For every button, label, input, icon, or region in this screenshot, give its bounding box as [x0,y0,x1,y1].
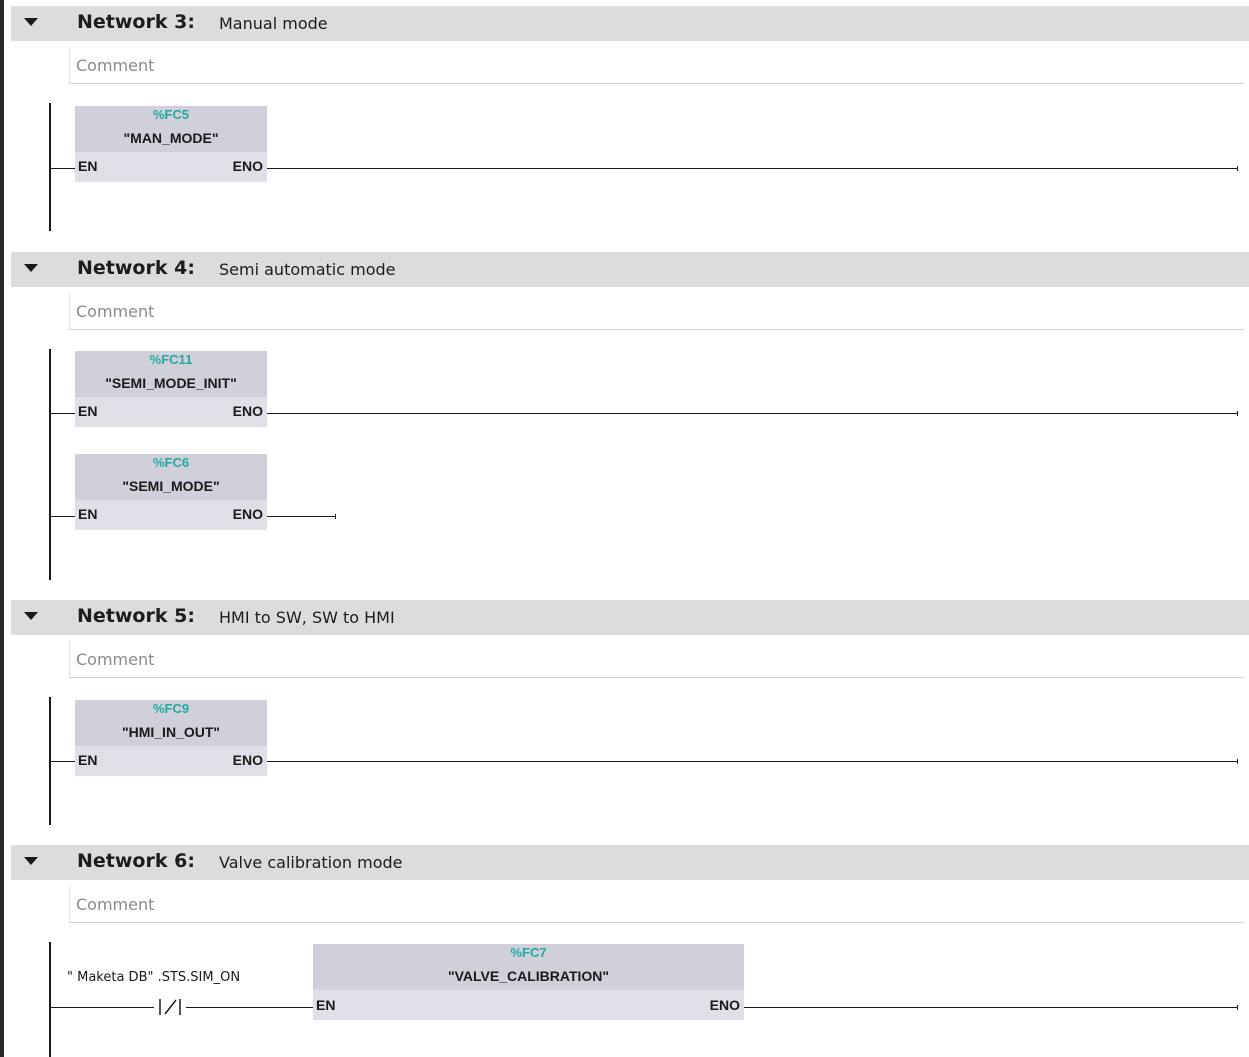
network-6-title[interactable]: Valve calibration mode [219,853,403,872]
network-3-comment-field[interactable]: Comment [69,47,1244,84]
fc6-en-pin[interactable]: EN [78,506,97,522]
fc7-name[interactable]: "VALVE_CALIBRATION" [313,968,744,984]
contact-out-wire [186,1007,313,1008]
network-5-title[interactable]: HMI to SW, SW to HMI [219,608,395,627]
network-4-label: Network 4: [77,257,195,279]
fc7-eno-wire [744,1007,1238,1008]
fc5-eno-pin[interactable]: ENO [233,158,263,174]
wire-end-marker [1237,166,1238,171]
network-3-label: Network 3: [77,11,195,33]
network-4-power-rail [49,349,51,580]
network-4-comment-field[interactable]: Comment [69,293,1244,330]
fc9-eno-wire [267,761,1238,762]
fc11-en-pin[interactable]: EN [78,403,97,419]
fc9-en-pin[interactable]: EN [78,752,97,768]
fc6-en-wire [50,516,75,517]
collapse-arrow-icon[interactable] [24,857,38,865]
fc6-name[interactable]: "SEMI_MODE" [75,478,267,494]
network-3-header[interactable]: Network 3: Manual mode [11,6,1249,41]
editor-left-border [0,0,4,1057]
fc5-address: %FC5 [152,107,190,122]
network-5-header[interactable]: Network 5: HMI to SW, SW to HMI [11,600,1249,635]
collapse-arrow-icon[interactable] [24,18,38,26]
fc9-function-block[interactable]: %FC9 "HMI_IN_OUT" EN ENO [75,700,267,776]
contact-in-wire [50,1007,154,1008]
fc6-address: %FC6 [152,455,190,470]
fc5-name[interactable]: "MAN_MODE" [75,130,267,146]
fc5-en-pin[interactable]: EN [78,158,97,174]
fc6-eno-wire [267,516,336,517]
fc5-function-block[interactable]: %FC5 "MAN_MODE" EN ENO [75,106,267,182]
fc7-address: %FC7 [510,945,547,960]
fc7-eno-pin[interactable]: ENO [710,997,740,1013]
network-6-label: Network 6: [77,850,195,872]
wire-end-marker [335,514,336,519]
fc5-en-wire [50,168,75,169]
fc7-en-pin[interactable]: EN [316,997,335,1013]
fc11-eno-wire [267,413,1238,414]
network-6-comment-field[interactable]: Comment [69,886,1244,923]
fc11-function-block[interactable]: %FC11 "SEMI_MODE_INIT" EN ENO [75,351,267,427]
fc9-name[interactable]: "HMI_IN_OUT" [75,724,267,740]
collapse-arrow-icon[interactable] [24,264,38,272]
fc11-eno-pin[interactable]: ENO [233,403,263,419]
fc6-eno-pin[interactable]: ENO [233,506,263,522]
network-6-header[interactable]: Network 6: Valve calibration mode [11,845,1249,880]
network-4-header[interactable]: Network 4: Semi automatic mode [11,252,1249,287]
fc6-function-block[interactable]: %FC6 "SEMI_MODE" EN ENO [75,454,267,530]
network-3-power-rail [49,103,51,231]
network-6-power-rail [49,942,51,1057]
collapse-arrow-icon[interactable] [24,612,38,620]
network-5-comment-field[interactable]: Comment [69,641,1244,678]
fc11-en-wire [50,413,75,414]
fc11-address: %FC11 [149,352,193,367]
normally-closed-contact-icon[interactable] [154,997,186,1017]
fc11-name[interactable]: "SEMI_MODE_INIT" [75,375,267,391]
fc9-address: %FC9 [152,701,190,716]
fc9-eno-pin[interactable]: ENO [233,752,263,768]
fc9-en-wire [50,761,75,762]
network-3-title[interactable]: Manual mode [219,14,328,33]
wire-end-marker [1237,759,1238,764]
network-4-title[interactable]: Semi automatic mode [219,260,396,279]
wire-end-marker [1237,1005,1238,1010]
wire-end-marker [1237,411,1238,416]
network-5-label: Network 5: [77,605,195,627]
fc5-eno-wire [267,168,1238,169]
fc7-function-block[interactable]: %FC7 "VALVE_CALIBRATION" EN ENO [313,944,744,1020]
contact-operand-label[interactable]: " Maketa DB" .STS.SIM_ON [67,970,240,985]
